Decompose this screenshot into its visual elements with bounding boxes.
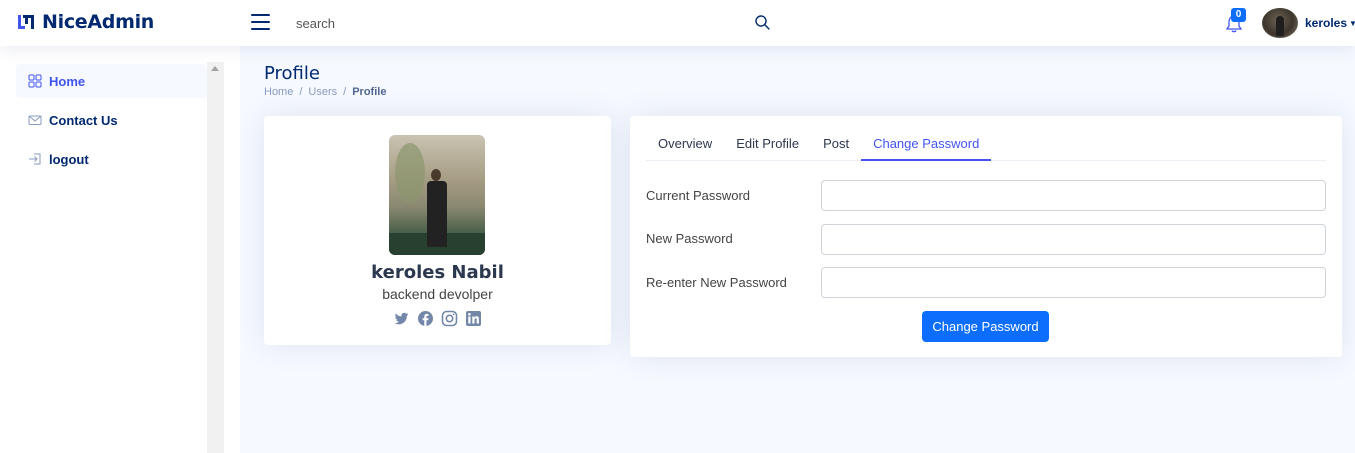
- logo[interactable]: NiceAdmin: [16, 11, 154, 33]
- tab-post[interactable]: Post: [811, 130, 861, 161]
- grid-icon: [28, 74, 42, 88]
- breadcrumb-current: Profile: [352, 86, 387, 98]
- sidebar-item-label: logout: [49, 151, 89, 167]
- search-input[interactable]: [288, 10, 774, 36]
- breadcrumb-separator: /: [299, 86, 303, 98]
- search-icon[interactable]: [754, 14, 771, 31]
- facebook-icon[interactable]: [417, 310, 434, 327]
- breadcrumb-separator: /: [343, 86, 347, 98]
- page-title: Profile: [264, 63, 320, 84]
- current-password-label: Current Password: [646, 188, 751, 203]
- notification-badge: 0: [1231, 8, 1246, 22]
- envelope-icon: [28, 115, 42, 125]
- twitter-icon[interactable]: [393, 310, 410, 327]
- top-header: NiceAdmin 0 keroles ▼: [0, 0, 1355, 46]
- user-name: keroles: [1305, 16, 1348, 30]
- sidebar-item-label: Contact Us: [49, 112, 118, 128]
- logo-icon: [18, 15, 34, 29]
- sidebar-scrollbar[interactable]: [207, 62, 224, 453]
- tab-overview[interactable]: Overview: [646, 130, 724, 161]
- renew-password-label: Re-enter New Password: [646, 275, 787, 290]
- linkedin-icon[interactable]: [465, 310, 482, 327]
- tab-edit-profile[interactable]: Edit Profile: [724, 130, 811, 161]
- user-profile-dropdown[interactable]: keroles ▼: [1262, 8, 1355, 38]
- breadcrumb: Home / Users / Profile: [264, 86, 386, 98]
- caret-down-icon: ▼: [1349, 18, 1355, 28]
- instagram-icon[interactable]: [441, 310, 458, 327]
- profile-tabs: Overview Edit Profile Post Change Passwo…: [646, 130, 1326, 161]
- settings-card: Overview Edit Profile Post Change Passwo…: [630, 116, 1342, 357]
- breadcrumb-home[interactable]: Home: [264, 86, 293, 98]
- profile-photo: [389, 135, 485, 255]
- hamburger-menu-icon[interactable]: [251, 14, 270, 30]
- scroll-up-arrow-icon[interactable]: [211, 66, 219, 71]
- sidebar: Home Contact Us logout: [0, 46, 240, 453]
- breadcrumb-users[interactable]: Users: [308, 86, 337, 98]
- new-password-field[interactable]: [821, 224, 1326, 255]
- sidebar-item-logout[interactable]: logout: [16, 142, 207, 176]
- profile-job-title: backend devolper: [382, 286, 493, 302]
- current-password-field[interactable]: [821, 180, 1326, 211]
- sidebar-item-label: Home: [49, 73, 86, 89]
- tab-change-password[interactable]: Change Password: [861, 130, 992, 161]
- social-links: [389, 310, 485, 327]
- avatar: [1262, 8, 1298, 38]
- brand-name: NiceAdmin: [42, 11, 155, 33]
- sidebar-item-contact-us[interactable]: Contact Us: [16, 103, 207, 137]
- change-password-button[interactable]: Change Password: [922, 311, 1049, 342]
- profile-name: keroles Nabil: [371, 262, 504, 283]
- new-password-label: New Password: [646, 231, 733, 246]
- profile-card: keroles Nabil backend devolper: [264, 116, 611, 345]
- box-arrow-in-right-icon: [29, 153, 41, 165]
- sidebar-item-home[interactable]: Home: [16, 64, 207, 98]
- renew-password-field[interactable]: [821, 267, 1326, 298]
